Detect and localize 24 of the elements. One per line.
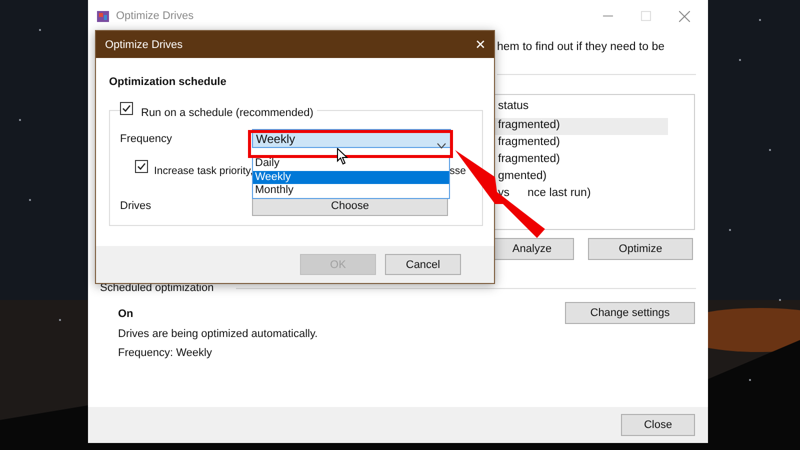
frequency-label: Frequency <box>120 132 173 144</box>
dialog-button[interactable]: Cancel <box>385 254 461 275</box>
action-button[interactable]: Optimize <box>588 238 693 260</box>
schedule-frequency: Frequency: Weekly <box>118 347 213 359</box>
dialog-heading: Optimization schedule <box>109 76 228 88</box>
dropdown-option[interactable]: Monthly <box>253 184 449 198</box>
schedule-state: On <box>118 308 134 320</box>
checkbox-label[interactable]: Run on a schedule (recommended) <box>141 106 314 118</box>
status-text: fragmented) <box>498 119 560 133</box>
close-button[interactable]: Close <box>621 414 695 436</box>
status-text: fragmented) <box>498 153 560 167</box>
checkbox-label[interactable]: sse <box>450 164 466 176</box>
description-text: hem to find out if they need to be <box>497 41 666 53</box>
status-text: nce last run) <box>528 187 591 201</box>
dialog-title: Optimize Drives <box>105 38 183 50</box>
change-settings-button[interactable]: Change settings <box>565 302 695 324</box>
checkbox-label[interactable]: Increase task priority, <box>154 164 254 176</box>
section-heading: Scheduled optimization <box>100 282 214 294</box>
drives-label: Drives <box>120 200 152 212</box>
close-icon[interactable]: ✕ <box>475 37 486 52</box>
schedule-message: Drives are being optimized automatically. <box>118 328 319 340</box>
dropdown-option[interactable]: Daily <box>253 157 449 170</box>
dropdown-option[interactable]: Weekly <box>253 170 449 184</box>
window-title: Optimize Drives <box>116 10 194 22</box>
